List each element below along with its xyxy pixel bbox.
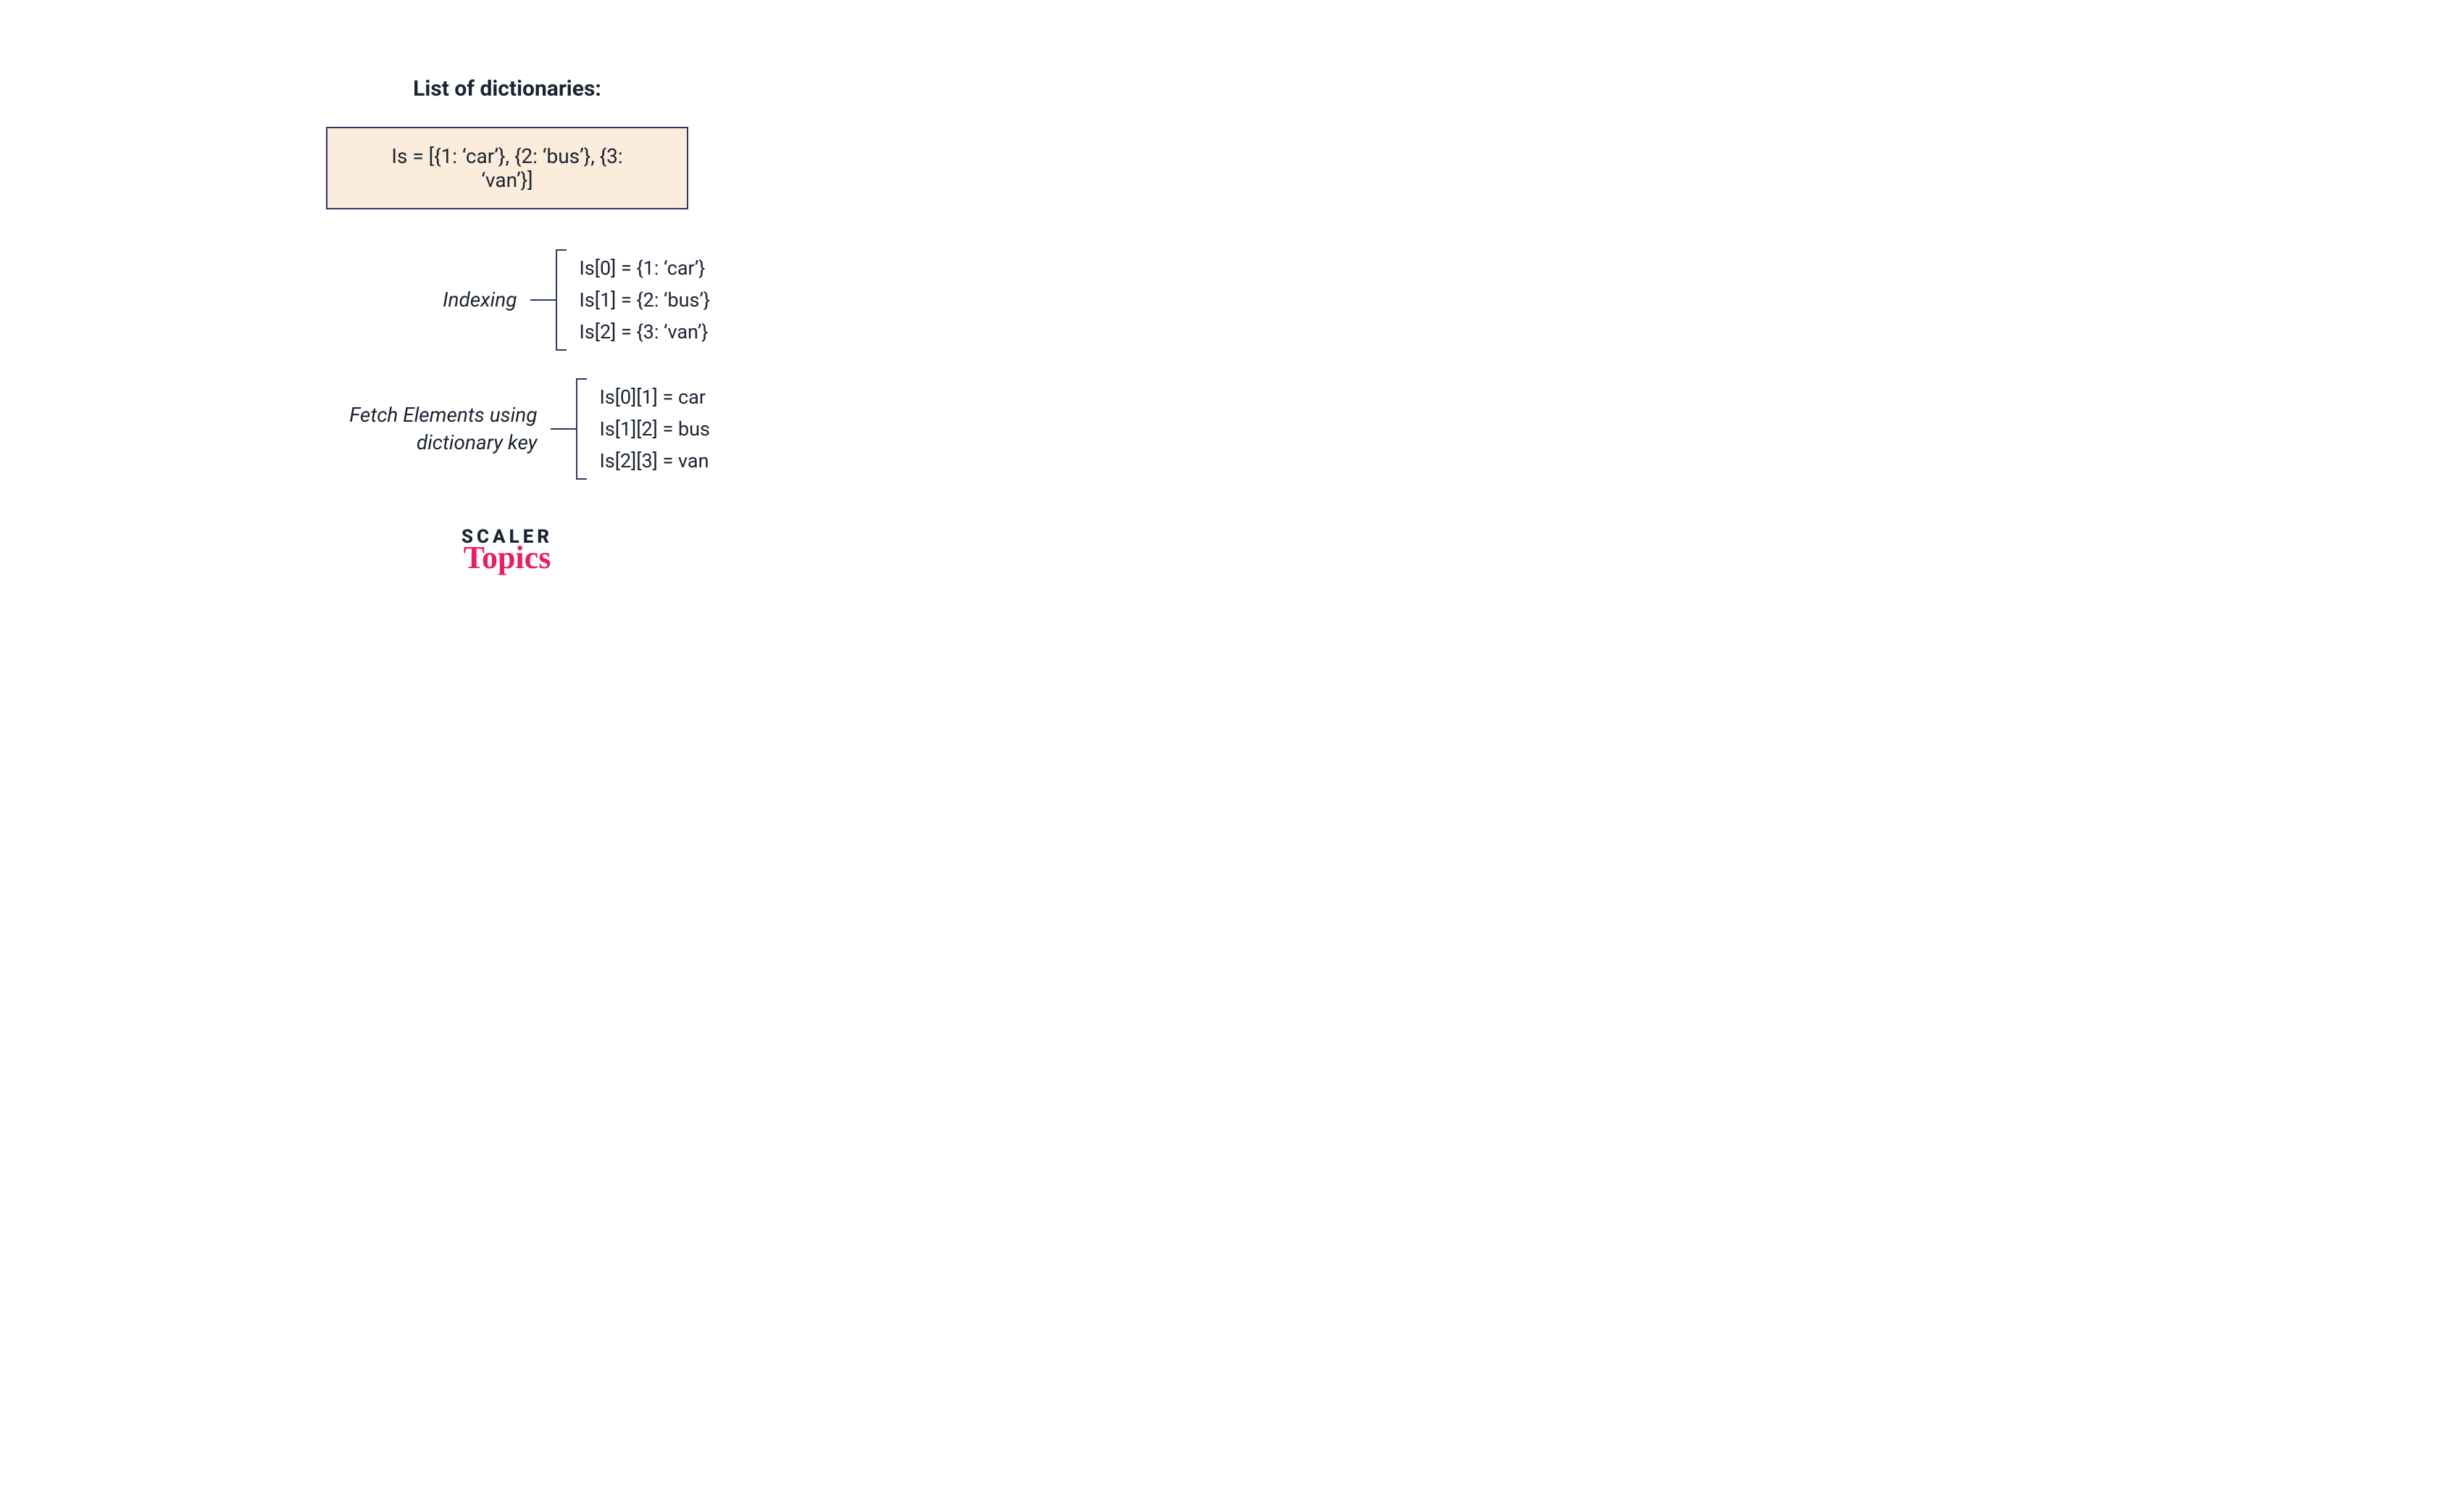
connector-line	[551, 428, 576, 430]
fetch-section: Fetch Elements using dictionary key Is[0…	[304, 378, 710, 480]
fetch-item: Is[2][3] = van	[600, 449, 710, 472]
logo-bottom-text: Topics	[464, 542, 551, 574]
indexing-item: Is[2] = {3: ‘van’}	[580, 320, 710, 343]
connector	[551, 378, 600, 480]
fetch-label: Fetch Elements using dictionary key	[335, 401, 538, 456]
indexing-section: Indexing Is[0] = {1: ‘car’} Is[1] = {2: …	[304, 249, 710, 351]
indexing-item: Is[1] = {2: ‘bus’}	[580, 288, 710, 312]
connector	[530, 249, 580, 351]
sections-wrap: Indexing Is[0] = {1: ‘car’} Is[1] = {2: …	[304, 249, 710, 507]
bracket-icon	[576, 378, 587, 480]
indexing-item: Is[0] = {1: ‘car’}	[580, 257, 710, 280]
fetch-item: Is[1][2] = bus	[600, 417, 710, 441]
fetch-items: Is[0][1] = car Is[1][2] = bus Is[2][3] =…	[600, 385, 710, 472]
indexing-items: Is[0] = {1: ‘car’} Is[1] = {2: ‘bus’} Is…	[580, 257, 710, 343]
diagram-title: List of dictionaries:	[413, 76, 601, 101]
fetch-item: Is[0][1] = car	[600, 385, 710, 409]
scaler-logo: SCALER Topics	[462, 528, 553, 574]
code-box: Is = [{1: ‘car’}, {2: ‘bus’}, {3: ‘van’}…	[326, 127, 688, 209]
indexing-label: Indexing	[336, 286, 517, 314]
diagram-container: List of dictionaries: Is = [{1: ‘car’}, …	[0, 76, 1014, 574]
connector-line	[530, 299, 556, 301]
bracket-icon	[556, 249, 567, 351]
